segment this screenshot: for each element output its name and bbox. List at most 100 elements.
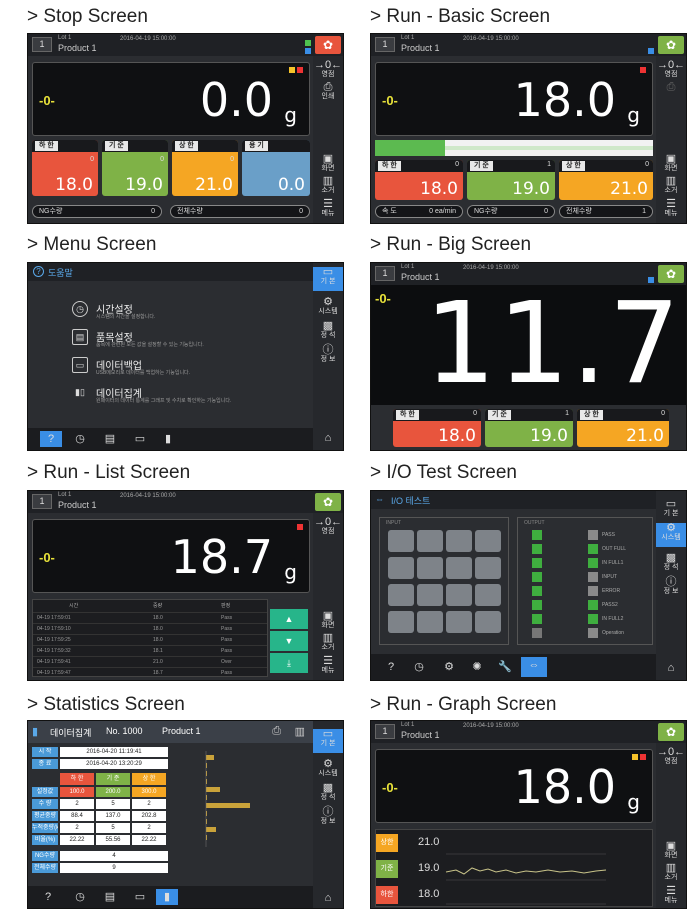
table-row[interactable]: 04-19 17:59:25 18.0 Pass <box>33 634 267 644</box>
table-row[interactable]: 04-19 17:59:41 21.0 Over <box>33 656 267 666</box>
menu-button[interactable]: ☰ 메뉴 <box>656 199 686 218</box>
help-tab-icon[interactable]: ? <box>40 431 62 447</box>
side-calibration[interactable]: ▩ 정 석 <box>313 783 343 802</box>
menu-button[interactable]: ☰ 메뉴 <box>313 199 343 218</box>
side-calibration[interactable]: ▩ 정 석 <box>656 553 686 572</box>
cog-tab-icon[interactable]: ✺ <box>469 659 485 675</box>
clock-tab-icon[interactable]: ◷ <box>72 889 88 905</box>
output-switch[interactable] <box>588 628 598 638</box>
zero-button[interactable]: →0← 영점 <box>313 60 343 79</box>
help-tab-icon[interactable]: ? <box>40 889 56 905</box>
gear-tab-icon[interactable]: ⚙ <box>441 659 457 675</box>
lower-limit-box[interactable]: 하 한 0 18.0 <box>375 160 463 200</box>
home-button[interactable]: ⌂ <box>656 663 686 674</box>
side-basic[interactable]: ▭ 기 본 <box>313 267 343 291</box>
floppy-tab-icon[interactable]: ▭ <box>132 889 148 905</box>
stop-button[interactable]: ✿ <box>315 36 341 54</box>
zero-button[interactable]: →0← 영점 <box>656 747 686 766</box>
home-button[interactable]: ⌂ <box>313 433 343 444</box>
chart-tab-icon[interactable]: ▮ <box>160 431 176 447</box>
side-system[interactable]: ⚙ 시스템 <box>656 523 686 547</box>
help-tab-icon[interactable]: ? <box>383 659 399 675</box>
run-button[interactable]: ✿ <box>658 723 684 741</box>
reference-box[interactable]: 기 준 1 19.0 <box>485 409 573 447</box>
side-info[interactable]: ⓘ 정 보 <box>313 807 343 826</box>
scroll-end-button[interactable]: ⤓ <box>270 653 308 673</box>
container-box[interactable]: 용 기 0.0 <box>242 140 310 196</box>
clipboard-tab-icon[interactable]: ▤ <box>102 889 118 905</box>
erase-button[interactable]: ▥ 소거 <box>656 176 686 195</box>
view-button[interactable]: ▣ 화면 <box>313 154 343 173</box>
input-button[interactable] <box>417 584 443 606</box>
output-switch[interactable] <box>588 558 598 568</box>
table-row[interactable]: 04-19 17:59:47 18.7 Pass <box>33 667 267 677</box>
input-button[interactable] <box>475 530 501 552</box>
scroll-up-button[interactable]: ▲ <box>270 609 308 629</box>
table-row[interactable]: 04-19 17:59:01 18.0 Pass <box>33 612 267 622</box>
input-button[interactable] <box>417 530 443 552</box>
side-info[interactable]: ⓘ 정 보 <box>656 577 686 596</box>
input-button[interactable] <box>475 611 501 633</box>
menu-button[interactable]: ☰ 메뉴 <box>313 656 343 675</box>
chart-tab-icon[interactable]: ▮ <box>156 889 178 905</box>
lower-limit-box[interactable]: 하 한 0 18.0 <box>32 140 98 196</box>
erase-button[interactable]: ▥ 소거 <box>313 633 343 652</box>
upper-limit-box[interactable]: 상 한 0 21.0 <box>559 160 653 200</box>
lower-limit-box[interactable]: 하 한 0 18.0 <box>393 409 481 447</box>
print-button[interactable]: ⎙ <box>656 82 686 93</box>
input-button[interactable] <box>417 611 443 633</box>
run-button[interactable]: ✿ <box>315 493 341 511</box>
side-basic[interactable]: ▭ 기 본 <box>313 729 343 753</box>
side-system[interactable]: ⚙ 시스템 <box>313 297 343 316</box>
floppy-tab-icon[interactable]: ▭ <box>132 431 148 447</box>
input-button[interactable] <box>388 584 414 606</box>
product-number[interactable]: 1 <box>32 494 52 509</box>
menu-button[interactable]: ☰ 메뉴 <box>656 886 686 905</box>
input-button[interactable] <box>388 557 414 579</box>
erase-button[interactable]: ▥ 소거 <box>656 863 686 882</box>
input-button[interactable] <box>446 584 472 606</box>
clock-tab-icon[interactable]: ◷ <box>72 431 88 447</box>
erase-button[interactable]: ▥ 소거 <box>313 176 343 195</box>
product-number[interactable]: 1 <box>32 37 52 52</box>
view-button[interactable]: ▣ 화면 <box>656 841 686 860</box>
zero-button[interactable]: →0← 영점 <box>656 60 686 79</box>
home-button[interactable]: ⌂ <box>313 893 343 904</box>
print-button[interactable]: ⎙ 인쇄 <box>313 82 343 101</box>
upper-limit-box[interactable]: 상 한 0 21.0 <box>577 409 669 447</box>
io-tab-icon[interactable]: ⇔ <box>521 657 547 677</box>
output-switch[interactable] <box>588 572 598 582</box>
scroll-down-button[interactable]: ▼ <box>270 631 308 651</box>
upper-limit-box[interactable]: 상 한 0 21.0 <box>172 140 238 196</box>
product-number[interactable]: 1 <box>375 724 395 739</box>
side-system[interactable]: ⚙ 시스템 <box>313 759 343 778</box>
run-button[interactable]: ✿ <box>658 36 684 54</box>
input-button[interactable] <box>446 557 472 579</box>
print-icon[interactable]: ⎙ <box>272 725 281 738</box>
reference-box[interactable]: 기 준 1 19.0 <box>467 160 555 200</box>
output-switch[interactable] <box>588 600 598 610</box>
trash-icon[interactable]: ▥ <box>295 725 305 738</box>
product-number[interactable]: 1 <box>375 37 395 52</box>
side-info[interactable]: ⓘ 정 보 <box>313 345 343 364</box>
table-row[interactable]: 04-19 17:59:32 18.1 Pass <box>33 645 267 655</box>
table-row[interactable]: 04-19 17:59:10 18.0 Pass <box>33 623 267 633</box>
input-button[interactable] <box>388 611 414 633</box>
clipboard-tab-icon[interactable]: ▤ <box>102 431 118 447</box>
reference-box[interactable]: 기 준 0 19.0 <box>102 140 168 196</box>
view-button[interactable]: ▣ 화면 <box>656 154 686 173</box>
side-basic[interactable]: ▭ 기 본 <box>656 499 686 518</box>
output-switch[interactable] <box>588 614 598 624</box>
view-button[interactable]: ▣ 화면 <box>313 611 343 630</box>
output-switch[interactable] <box>588 530 598 540</box>
output-switch[interactable] <box>588 586 598 596</box>
input-button[interactable] <box>475 584 501 606</box>
input-button[interactable] <box>417 557 443 579</box>
output-switch[interactable] <box>588 544 598 554</box>
input-button[interactable] <box>388 530 414 552</box>
product-number[interactable]: 1 <box>375 266 395 281</box>
side-calibration[interactable]: ▩ 정 석 <box>313 321 343 340</box>
zero-button[interactable]: →0← 영점 <box>313 517 343 536</box>
input-button[interactable] <box>446 611 472 633</box>
wrench-tab-icon[interactable]: 🔧 <box>497 659 513 675</box>
